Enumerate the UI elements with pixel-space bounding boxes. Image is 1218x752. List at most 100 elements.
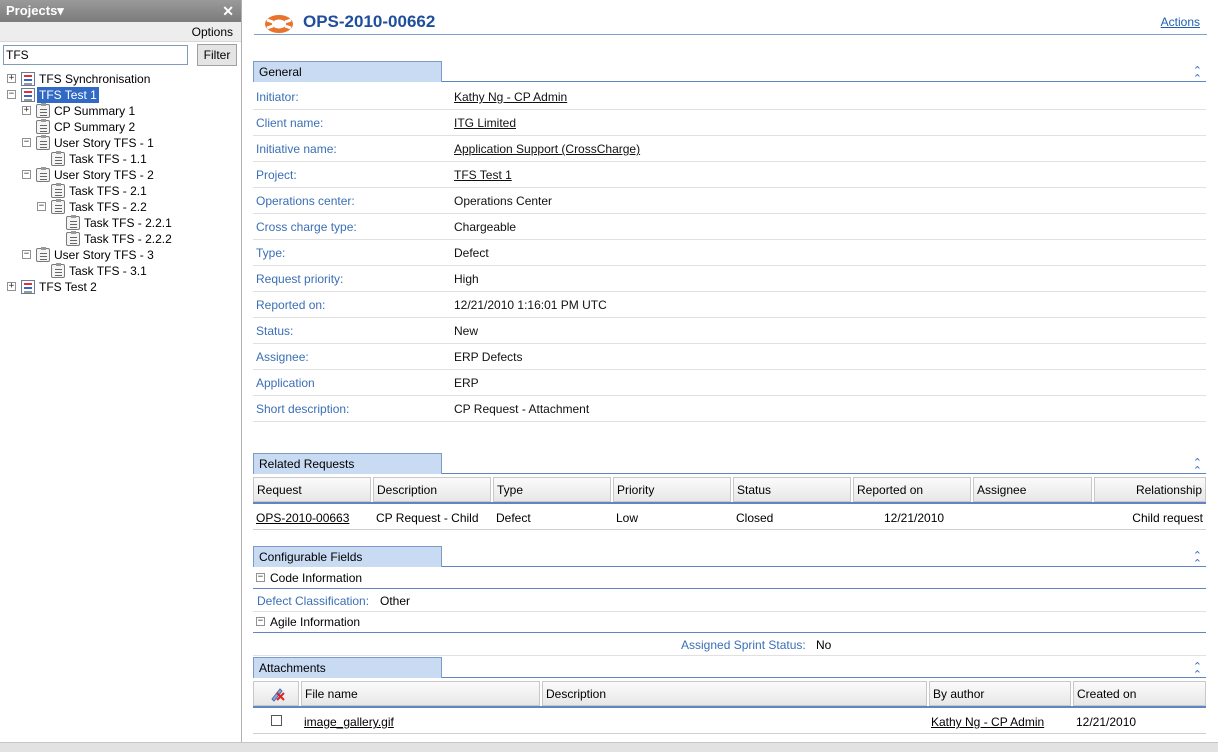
field-label: Cross charge type: bbox=[256, 220, 357, 234]
column-description[interactable]: Description bbox=[373, 477, 491, 502]
tree-item[interactable]: − User Story TFS - 2 bbox=[0, 167, 240, 183]
collapse-minus-icon[interactable]: − bbox=[22, 138, 31, 147]
remove-attachment-icon[interactable] bbox=[268, 685, 286, 703]
field-value-link[interactable]: Application Support (CrossCharge) bbox=[454, 142, 640, 156]
expand-icon[interactable]: + bbox=[22, 106, 31, 115]
column-assignee[interactable]: Assignee bbox=[973, 477, 1092, 502]
collapse-icon[interactable]: ⌃ ⌃ bbox=[1193, 457, 1202, 476]
column-priority[interactable]: Priority bbox=[613, 477, 731, 502]
column-select[interactable] bbox=[253, 681, 299, 706]
sprint-status-key: Assigned Sprint Status: bbox=[681, 638, 806, 652]
column-relationship[interactable]: Relationship bbox=[1094, 477, 1206, 502]
tree-item-label[interactable]: Task TFS - 2.2 bbox=[67, 199, 149, 215]
field-label: Client name: bbox=[256, 116, 324, 130]
tree-item[interactable]: + TFS Test 2 bbox=[0, 279, 240, 295]
tree-item[interactable]: − User Story TFS - 3 bbox=[0, 247, 240, 263]
field-value-link[interactable]: ITG Limited bbox=[454, 116, 516, 130]
clipboard-icon bbox=[51, 199, 65, 214]
tree-item-label[interactable]: Task TFS - 1.1 bbox=[67, 151, 149, 167]
tree-item[interactable]: − TFS Test 1 bbox=[0, 87, 240, 103]
collapse-minus-icon[interactable]: − bbox=[22, 250, 31, 259]
collapse-minus-icon[interactable]: − bbox=[256, 573, 265, 582]
tree-item-label[interactable]: CP Summary 1 bbox=[52, 103, 137, 119]
clipboard-icon bbox=[36, 103, 50, 118]
actions-link[interactable]: Actions bbox=[1161, 15, 1200, 29]
collapse-minus-icon[interactable]: − bbox=[7, 90, 16, 99]
collapse-icon[interactable]: ⌃ ⌃ bbox=[1193, 550, 1202, 569]
tree-item-label[interactable]: TFS Test 2 bbox=[37, 279, 99, 295]
tree-item[interactable]: Task TFS - 2.2.2 bbox=[0, 231, 240, 247]
related-relationship: Child request bbox=[1132, 511, 1203, 525]
tree-item[interactable]: CP Summary 2 bbox=[0, 119, 240, 135]
collapse-icon[interactable]: ⌃ ⌃ bbox=[1193, 65, 1202, 84]
related-priority: Low bbox=[616, 511, 639, 525]
tree-item-label[interactable]: Task TFS - 2.1 bbox=[67, 183, 149, 199]
tree-item-label[interactable]: Task TFS - 2.2.2 bbox=[82, 231, 174, 247]
column-request[interactable]: Request bbox=[253, 477, 371, 502]
attachment-checkbox[interactable] bbox=[271, 715, 282, 726]
field-value-link[interactable]: TFS Test 1 bbox=[454, 168, 512, 182]
project-icon bbox=[21, 88, 35, 102]
code-information-group[interactable]: − Code Information bbox=[253, 568, 1206, 589]
field-value-link[interactable]: Kathy Ng - CP Admin bbox=[454, 90, 567, 104]
close-icon[interactable]: ✕ bbox=[222, 0, 234, 22]
column-file-name[interactable]: File name bbox=[301, 681, 540, 706]
tree-item[interactable]: Task TFS - 2.2.1 bbox=[0, 215, 240, 231]
tree-item-label[interactable]: TFS Synchronisation bbox=[37, 71, 152, 87]
collapse-minus-icon[interactable]: − bbox=[37, 202, 46, 211]
filter-button[interactable]: Filter bbox=[197, 44, 237, 66]
attachments-section-header: Attachments ⌃ ⌃ bbox=[253, 657, 1206, 680]
column-description[interactable]: Description bbox=[542, 681, 927, 706]
collapse-icon[interactable]: ⌃ ⌃ bbox=[1193, 661, 1202, 680]
attachment-created-on: 12/21/2010 bbox=[1076, 715, 1137, 729]
field-row: Initiative name: Application Support (Cro… bbox=[253, 136, 1206, 162]
tree-item-label[interactable]: CP Summary 2 bbox=[52, 119, 137, 135]
column-reported-on[interactable]: Reported on bbox=[853, 477, 971, 502]
attachment-author-link[interactable]: Kathy Ng - CP Admin bbox=[931, 715, 1044, 729]
field-label: Application bbox=[256, 376, 315, 390]
tree-item[interactable]: Task TFS - 2.1 bbox=[0, 183, 240, 199]
collapse-minus-icon[interactable]: − bbox=[256, 617, 265, 626]
column-by-author[interactable]: By author bbox=[929, 681, 1071, 706]
options-link[interactable]: Options bbox=[192, 25, 233, 39]
attachment-file-link[interactable]: image_gallery.gif bbox=[304, 715, 394, 729]
tree-item[interactable]: + TFS Synchronisation bbox=[0, 71, 240, 87]
projects-panel-header[interactable]: Projects▾ ✕ bbox=[0, 0, 241, 22]
column-status[interactable]: Status bbox=[733, 477, 851, 502]
project-tree: + TFS Synchronisation − TFS Test 1 + CP Summa… bbox=[0, 71, 240, 295]
tree-item[interactable]: − Task TFS - 2.2 bbox=[0, 199, 240, 215]
projects-title[interactable]: Projects▾ bbox=[6, 3, 64, 18]
table-row: OPS-2010-00663 CP Request - Child Defect… bbox=[253, 505, 1206, 530]
collapse-minus-icon[interactable]: − bbox=[22, 170, 31, 179]
lifebuoy-icon bbox=[265, 15, 293, 33]
column-created-on[interactable]: Created on bbox=[1073, 681, 1206, 706]
field-row: Cross charge type: Chargeable bbox=[253, 214, 1206, 240]
tree-item-label[interactable]: User Story TFS - 2 bbox=[52, 167, 156, 183]
tree-item-label[interactable]: User Story TFS - 1 bbox=[52, 135, 156, 151]
tree-item[interactable]: Task TFS - 3.1 bbox=[0, 263, 240, 279]
field-value: High bbox=[454, 272, 479, 286]
table-row: image_gallery.gif Kathy Ng - CP Admin 12… bbox=[253, 709, 1206, 734]
configurable-section-header: Configurable Fields ⌃ ⌃ bbox=[253, 546, 1206, 569]
clipboard-icon bbox=[36, 247, 50, 262]
projects-panel: Projects▾ ✕ Options Filter + TFS Synchron… bbox=[0, 0, 242, 742]
tree-item[interactable]: Task TFS - 1.1 bbox=[0, 151, 240, 167]
tree-item-label[interactable]: Task TFS - 3.1 bbox=[67, 263, 149, 279]
field-label: Type: bbox=[256, 246, 286, 260]
agile-information-group[interactable]: − Agile Information bbox=[253, 612, 1206, 633]
tree-item-label[interactable]: User Story TFS - 3 bbox=[52, 247, 156, 263]
page-title: OPS-2010-00662 bbox=[303, 12, 436, 31]
tree-item-label[interactable]: Task TFS - 2.2.1 bbox=[82, 215, 174, 231]
column-type[interactable]: Type bbox=[493, 477, 611, 502]
tree-item[interactable]: − User Story TFS - 1 bbox=[0, 135, 240, 151]
tree-item-label[interactable]: TFS Test 1 bbox=[37, 87, 99, 103]
expand-icon[interactable]: + bbox=[7, 282, 16, 291]
tree-search-input[interactable] bbox=[3, 45, 188, 65]
expand-icon[interactable]: + bbox=[7, 74, 16, 83]
tree-item[interactable]: + CP Summary 1 bbox=[0, 103, 240, 119]
field-value: ERP Defects bbox=[454, 350, 523, 364]
attachments-section-title: Attachments bbox=[253, 657, 442, 678]
related-request-link[interactable]: OPS-2010-00663 bbox=[256, 511, 349, 525]
defect-classification-key: Defect Classification: bbox=[257, 594, 370, 608]
clipboard-icon bbox=[51, 183, 65, 198]
